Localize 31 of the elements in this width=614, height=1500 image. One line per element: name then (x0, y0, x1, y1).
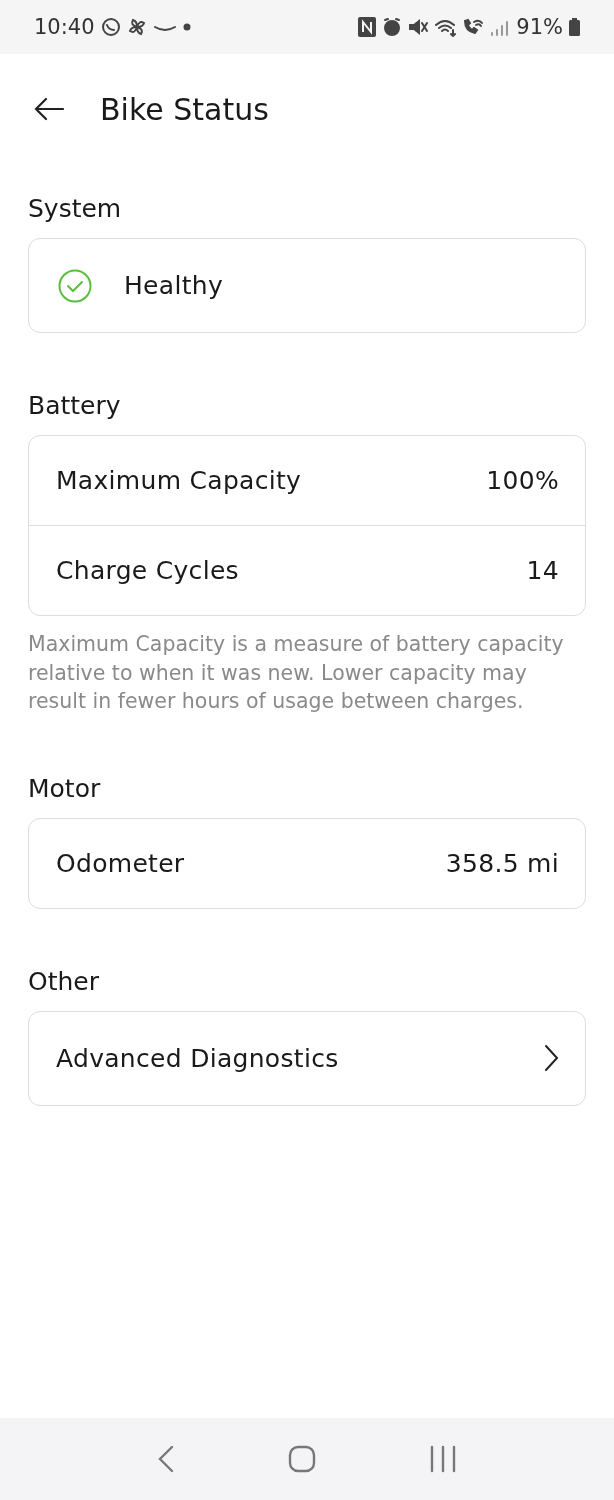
battery-icon (569, 18, 580, 36)
battery-percent: 91% (516, 15, 563, 39)
section-title: Motor (28, 773, 102, 804)
chat-bubble-icon (100, 17, 121, 37)
alarm-clock-icon (382, 17, 403, 37)
recents-nav-button[interactable] (429, 1445, 458, 1473)
back-arrow-icon (34, 97, 64, 121)
note-text: Maximum Capacity is a measure of battery capacity relative to when it was new. Lower capacity may result in fewer hours of usage between charges. (28, 631, 565, 715)
row-label: Charge Cycles (56, 556, 240, 585)
back-nav-button[interactable] (156, 1444, 175, 1474)
wifi-call-icon (462, 17, 485, 37)
row-label: Odometer (56, 848, 186, 878)
page-title: Bike Status (100, 91, 269, 127)
row-label: Maximum Capacity (56, 466, 303, 495)
diagnostics-link-row[interactable]: Advanced Diagnostics (29, 1011, 585, 1105)
dot-icon (182, 23, 191, 31)
check-circle-icon (58, 268, 92, 303)
wifi-icon (434, 17, 457, 37)
nfc-icon (358, 17, 377, 37)
section-title: Battery (28, 391, 122, 421)
pinwheel-icon (126, 17, 147, 37)
row-value: 358.5 mi (445, 848, 559, 878)
section-title: Other (28, 966, 100, 997)
home-nav-button[interactable] (288, 1445, 316, 1473)
clock-time: 10:40 (34, 15, 95, 39)
row-label: Healthy (124, 271, 224, 300)
chevron-right-icon (543, 1044, 559, 1072)
muted-speaker-icon (408, 17, 429, 37)
section-title: System (28, 194, 123, 224)
row-value: 100% (486, 466, 559, 495)
row-value: 14 (526, 556, 559, 585)
